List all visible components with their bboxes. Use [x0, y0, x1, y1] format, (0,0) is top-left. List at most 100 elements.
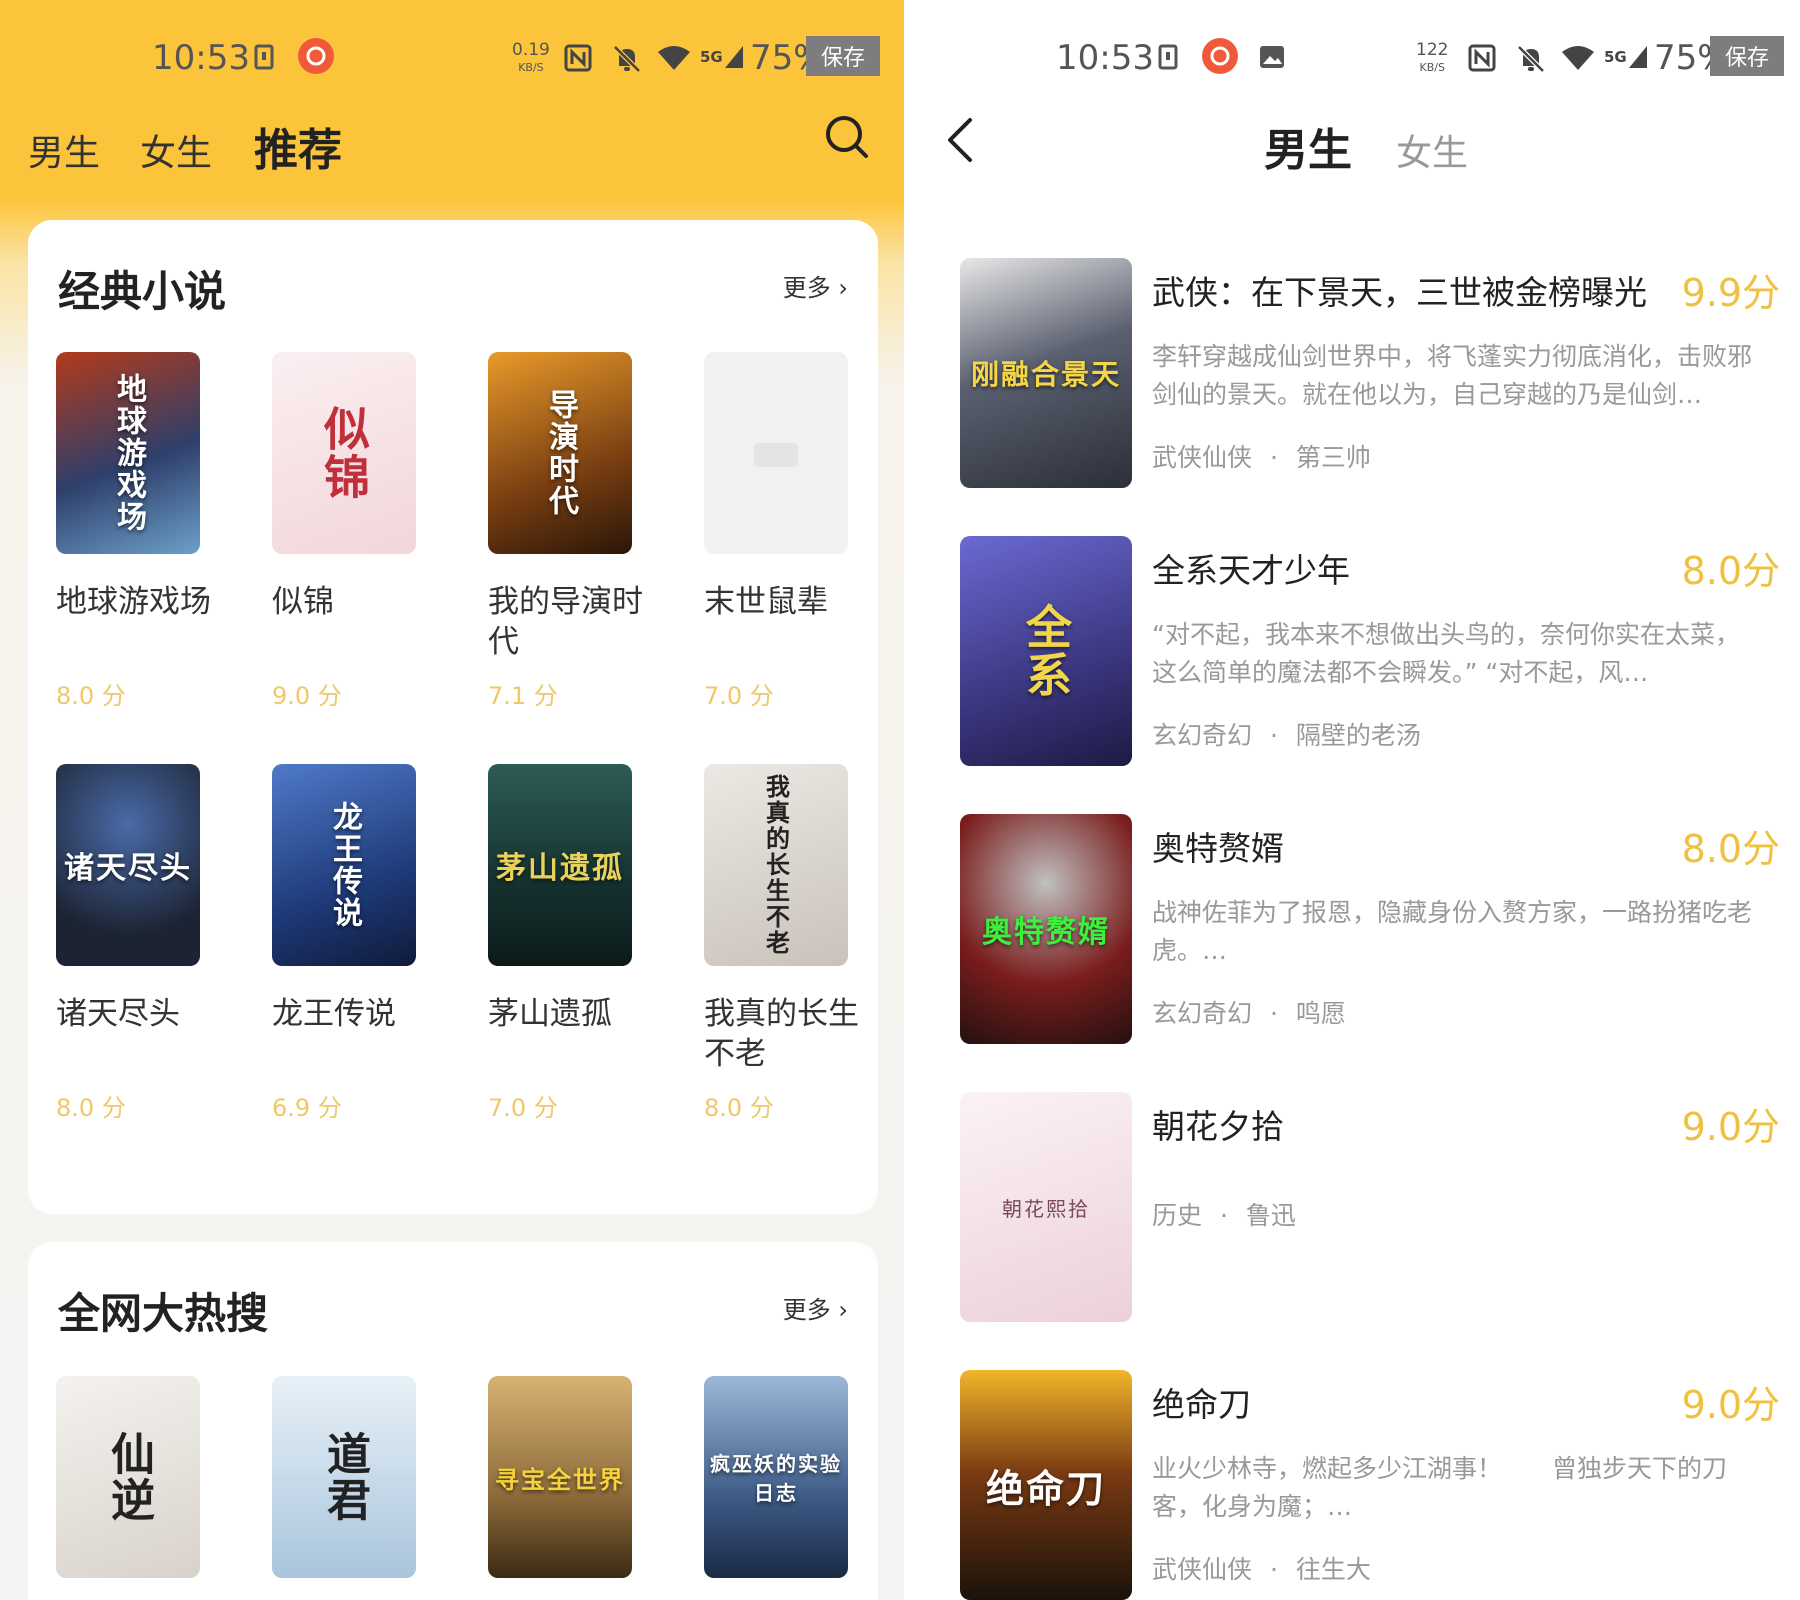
- tab-recommend[interactable]: 推荐: [254, 114, 342, 178]
- book-card[interactable]: 地球游戏场 地球游戏场 8.0 分: [56, 352, 246, 711]
- book-cover[interactable]: 寻宝全世界: [488, 1376, 632, 1578]
- book-cover[interactable]: 刚融合景天: [960, 258, 1132, 488]
- book-meta: 历史 · 鲁迅: [1152, 1196, 1296, 1232]
- book-cover[interactable]: 全系: [960, 536, 1132, 766]
- tab-female[interactable]: 女生: [140, 124, 212, 176]
- book-title[interactable]: 地球游戏场: [56, 582, 216, 662]
- book-title[interactable]: 茅山遗孤: [488, 994, 648, 1074]
- book-cover[interactable]: 地球游戏场: [56, 352, 200, 554]
- book-title[interactable]: 我真的长生不老: [704, 994, 864, 1074]
- book-cover[interactable]: 茅山遗孤: [488, 764, 632, 966]
- list-item[interactable]: 朝花熙拾 朝花夕拾 9.0分 历史 · 鲁迅: [960, 1092, 1780, 1332]
- tab-male[interactable]: 男生: [28, 124, 100, 176]
- book-cover[interactable]: 龙王传说: [272, 764, 416, 966]
- meta-separator: ·: [1269, 443, 1278, 472]
- nfc-icon: [564, 44, 592, 72]
- book-card[interactable]: 末世鼠辈 7.0 分: [704, 352, 894, 711]
- app-notification-icon: [296, 36, 336, 76]
- book-title[interactable]: 诸天尽头: [56, 994, 216, 1074]
- book-card[interactable]: 我真的长生不老 我真的长生不老 8.0 分: [704, 764, 894, 1123]
- status-time: 10:53: [152, 38, 250, 78]
- placeholder-icon: [754, 443, 798, 467]
- book-description: 业火少林寺，燃起多少江湖事！ 曾独步天下的刀客，化身为魔；…: [1152, 1454, 1728, 1521]
- save-button[interactable]: 保存: [1710, 36, 1784, 76]
- book-cover[interactable]: 朝花熙拾: [960, 1092, 1132, 1322]
- book-score: 9.9分: [1681, 271, 1780, 315]
- status-bar: 10:53 0.19 KB/S 5G 75% 保存: [0, 30, 904, 86]
- book-card[interactable]: 寻宝全世界: [488, 1376, 678, 1578]
- tab-male[interactable]: 男生: [1264, 114, 1352, 178]
- list-item[interactable]: 全系 全系天才少年 8.0分 “对不起，我本来不想做出头鸟的，奈何你实在太菜，这…: [960, 536, 1780, 776]
- book-author: 鸣愿: [1295, 999, 1346, 1028]
- book-title[interactable]: 末世鼠辈: [704, 582, 864, 662]
- book-card[interactable]: 茅山遗孤 茅山遗孤 7.0 分: [488, 764, 678, 1123]
- book-author: 隔壁的老汤: [1295, 721, 1421, 750]
- nfc-icon: [1468, 44, 1496, 72]
- network-speed: 122 KB/S: [1416, 40, 1449, 75]
- image-icon: [1258, 44, 1286, 70]
- book-cover[interactable]: 绝命刀: [960, 1370, 1132, 1600]
- book-cover[interactable]: 似锦: [272, 352, 416, 554]
- book-cover[interactable]: 我真的长生不老: [704, 764, 848, 966]
- book-title[interactable]: 我的导演时代: [488, 582, 648, 662]
- list-item[interactable]: 奥特赘婿 奥特赘婿 8.0分 战神佐菲为了报恩，隐藏身份入赘方家，一路扮猪吃老虎…: [960, 814, 1780, 1054]
- book-category: 玄幻奇幻: [1152, 999, 1253, 1028]
- meta-separator: ·: [1269, 721, 1278, 750]
- book-card[interactable]: 导演时代 我的导演时代 7.1 分: [488, 352, 678, 711]
- book-card[interactable]: 疯巫妖的实验日志: [704, 1376, 894, 1578]
- book-score: 7.0 分: [704, 682, 774, 710]
- book-cover[interactable]: 仙逆: [56, 1376, 200, 1578]
- status-bar: 10:53 122 KB/S 5G 75% 保存: [904, 30, 1800, 86]
- status-time: 10:53: [1056, 38, 1154, 78]
- book-score: 9.0 分: [272, 682, 342, 710]
- book-card[interactable]: 仙逆: [56, 1376, 246, 1578]
- book-cover-placeholder[interactable]: [704, 352, 848, 554]
- back-arrow-icon[interactable]: [944, 116, 976, 168]
- meta-separator: ·: [1269, 999, 1278, 1028]
- book-card[interactable]: 似锦 似锦 9.0 分: [272, 352, 462, 711]
- list-item[interactable]: 刚融合景天 武侠：在下景天，三世被金榜曝光 9.9分 李轩穿越成仙剑世界中，将飞…: [960, 258, 1780, 498]
- tab-female[interactable]: 女生: [1396, 124, 1468, 176]
- book-meta: 玄幻奇幻 · 鸣愿: [1152, 994, 1346, 1030]
- book-category: 武侠仙侠: [1152, 1555, 1253, 1584]
- more-link[interactable]: 更多 ›: [783, 268, 848, 303]
- more-link[interactable]: 更多 ›: [783, 1290, 848, 1325]
- list-item[interactable]: 绝命刀 绝命刀 9.0分 业火少林寺，燃起多少江湖事！ 曾独步天下的刀客，化身为…: [960, 1370, 1780, 1600]
- hot-search-card: 全网大热搜 更多 › 仙逆 道君 寻宝全世界 疯巫妖的实验日志: [28, 1242, 878, 1600]
- save-button[interactable]: 保存: [806, 36, 880, 76]
- book-author: 往生大: [1295, 1555, 1371, 1584]
- category-list-panel: 10:53 122 KB/S 5G 75% 保存 男生 女生 刚融合景天 武侠：…: [904, 0, 1800, 1600]
- book-card[interactable]: 诸天尽头 诸天尽头 8.0 分: [56, 764, 246, 1123]
- book-cover[interactable]: 道君: [272, 1376, 416, 1578]
- book-category: 历史: [1152, 1201, 1203, 1230]
- book-score: 7.0 分: [488, 1094, 558, 1122]
- book-score: 6.9 分: [272, 1094, 342, 1122]
- meta-separator: ·: [1219, 1201, 1228, 1230]
- book-title[interactable]: 朝花夕拾: [1152, 1100, 1284, 1148]
- book-title[interactable]: 武侠：在下景天，三世被金榜曝光: [1152, 266, 1647, 314]
- book-meta: 玄幻奇幻 · 隔壁的老汤: [1152, 716, 1421, 752]
- book-title[interactable]: 似锦: [272, 582, 432, 662]
- book-description: 战神佐菲为了报恩，隐藏身份入赘方家，一路扮猪吃老虎。…: [1152, 898, 1753, 965]
- book-score: 9.0分: [1681, 1383, 1780, 1427]
- book-title[interactable]: 绝命刀: [1152, 1378, 1251, 1426]
- book-description: 李轩穿越成仙剑世界中，将飞蓬实力彻底消化，击败邪剑仙的景天。就在他以为，自己穿越…: [1152, 342, 1753, 409]
- book-cover[interactable]: 疯巫妖的实验日志: [704, 1376, 848, 1578]
- book-card[interactable]: 龙王传说 龙王传说 6.9 分: [272, 764, 462, 1123]
- book-card[interactable]: 道君: [272, 1376, 462, 1578]
- book-category: 玄幻奇幻: [1152, 721, 1253, 750]
- book-cover[interactable]: 诸天尽头: [56, 764, 200, 966]
- meta-separator: ·: [1269, 1555, 1278, 1584]
- book-cover[interactable]: 奥特赘婿: [960, 814, 1132, 1044]
- book-cover[interactable]: 导演时代: [488, 352, 632, 554]
- book-author: 鲁迅: [1245, 1201, 1296, 1230]
- book-title[interactable]: 奥特赘婿: [1152, 822, 1284, 870]
- app-notification-icon: [1200, 36, 1240, 76]
- cellular-icon: 5G: [1604, 44, 1649, 70]
- book-title[interactable]: 龙王传说: [272, 994, 432, 1074]
- section-title: 经典小说: [58, 267, 227, 316]
- book-title[interactable]: 全系天才少年: [1152, 544, 1350, 592]
- book-author: 第三帅: [1295, 443, 1371, 472]
- book-score: 8.0分: [1681, 827, 1780, 871]
- search-icon[interactable]: [824, 114, 870, 164]
